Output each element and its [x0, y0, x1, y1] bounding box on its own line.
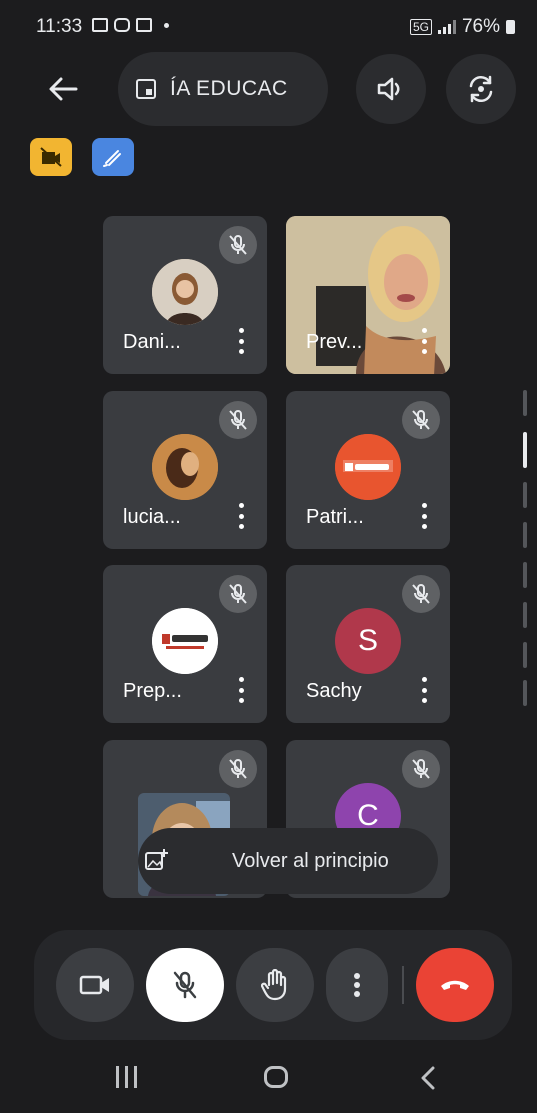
mic-off-icon — [173, 971, 197, 999]
whiteboard-chip[interactable] — [92, 138, 134, 176]
network-type: 5G — [409, 19, 432, 35]
mic-toggle-button[interactable] — [146, 948, 224, 1022]
recents-button[interactable] — [116, 1066, 137, 1088]
more-options-icon[interactable] — [239, 503, 245, 529]
gallery-icon — [92, 18, 108, 32]
participant-tile[interactable]: S Sachy — [286, 565, 450, 723]
no-video-icon — [40, 147, 62, 167]
notification-icons — [92, 18, 169, 32]
system-nav-bar — [0, 1040, 537, 1113]
participant-tile[interactable]: Dani... — [103, 216, 267, 374]
no-recording-chip[interactable] — [30, 138, 72, 176]
hand-icon — [261, 969, 287, 1001]
switch-camera-button[interactable] — [446, 54, 516, 124]
home-button[interactable] — [264, 1066, 288, 1088]
more-options-icon[interactable] — [239, 677, 245, 703]
initial-avatar: S — [335, 608, 401, 674]
participant-tile[interactable]: Prep... — [103, 565, 267, 723]
mic-off-icon — [402, 401, 440, 439]
battery-percent: 76% — [461, 16, 500, 37]
chevron-left-icon — [421, 1066, 435, 1090]
return-to-top-label: Volver al principio — [232, 849, 389, 872]
hang-up-icon — [441, 980, 469, 990]
add-photo-icon — [145, 849, 168, 870]
participant-tile[interactable]: lucia... — [103, 391, 267, 549]
participant-tile[interactable]: Patri... — [286, 391, 450, 549]
video-camera-icon — [79, 975, 109, 995]
audio-output-button[interactable] — [356, 54, 426, 124]
back-nav-button[interactable] — [420, 1066, 436, 1095]
avatar — [152, 434, 218, 500]
instagram-icon — [114, 18, 130, 32]
participant-tile[interactable]: Prev... — [286, 216, 450, 374]
meeting-title: ÍA EDUCAC — [170, 77, 288, 100]
call-controls — [34, 930, 512, 1040]
more-vert-icon — [354, 973, 360, 997]
participant-name: lucia... — [123, 506, 181, 528]
battery-icon — [506, 20, 515, 34]
scrollbar[interactable] — [523, 390, 527, 706]
mic-off-icon — [402, 750, 440, 788]
logo-avatar — [335, 434, 401, 500]
more-options-icon[interactable] — [239, 328, 245, 354]
signal-icon — [437, 20, 456, 34]
more-options-icon[interactable] — [422, 677, 428, 703]
arrow-left-icon — [49, 77, 78, 101]
switch-camera-icon — [469, 75, 493, 103]
clock: 11:33 — [36, 16, 83, 37]
avatar — [152, 259, 218, 325]
calendar-icon — [136, 79, 156, 99]
mic-off-icon — [219, 575, 257, 613]
participant-name: Prev... — [306, 331, 363, 353]
meeting-title-pill[interactable]: ÍA EDUCAC — [118, 52, 328, 126]
return-to-top-button[interactable]: Volver al principio — [138, 828, 438, 894]
raise-hand-button[interactable] — [236, 948, 314, 1022]
mic-off-icon — [402, 575, 440, 613]
participant-name: Patri... — [306, 506, 364, 528]
speaker-icon — [377, 77, 400, 101]
news-icon — [136, 18, 152, 32]
end-call-button[interactable] — [416, 948, 494, 1022]
system-icons: 5G 76% — [409, 16, 515, 38]
participant-name: Dani... — [123, 331, 181, 353]
camera-toggle-button[interactable] — [56, 948, 134, 1022]
status-bar: 11:33 5G 76% — [0, 0, 537, 52]
participant-name: Sachy — [306, 680, 362, 702]
mic-off-icon — [219, 226, 257, 264]
divider — [402, 966, 404, 1004]
more-options-icon[interactable] — [422, 328, 428, 354]
mic-off-icon — [219, 401, 257, 439]
back-button[interactable] — [28, 54, 98, 124]
mic-off-icon — [219, 750, 257, 788]
more-notifications-icon — [164, 22, 169, 28]
more-options-icon[interactable] — [422, 503, 428, 529]
participant-name: Prep... — [123, 680, 182, 702]
logo-avatar — [152, 608, 218, 674]
pen-icon — [103, 150, 121, 167]
more-options-button[interactable] — [326, 948, 388, 1022]
